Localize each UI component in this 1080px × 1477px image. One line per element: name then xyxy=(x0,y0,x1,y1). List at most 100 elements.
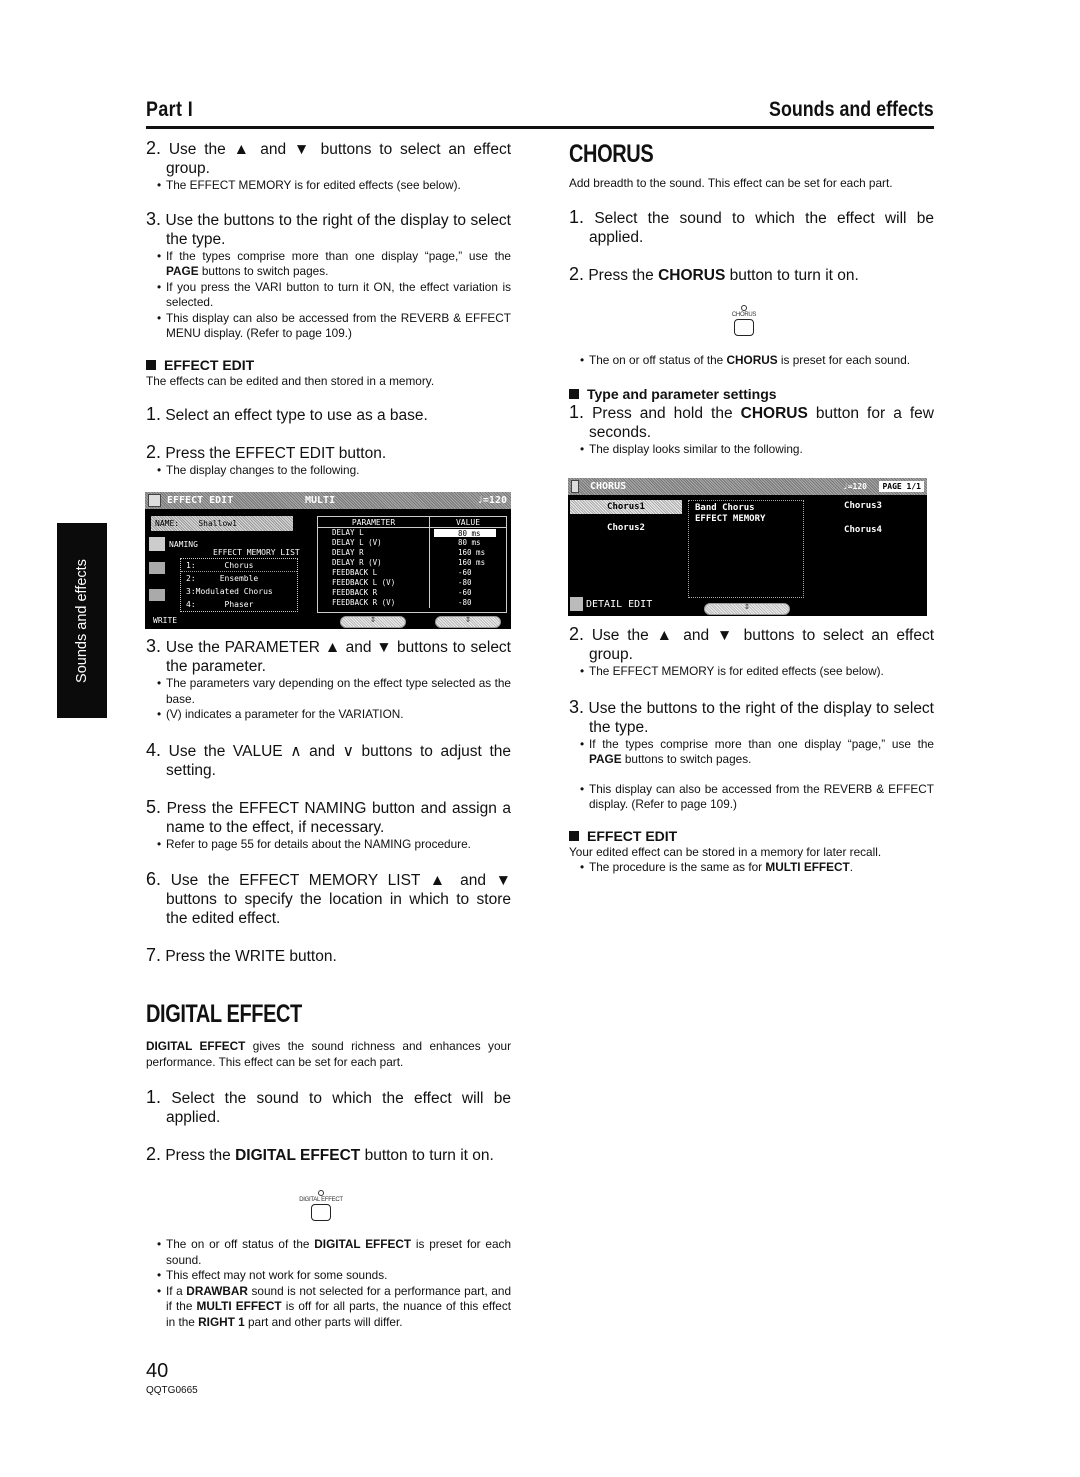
bullet: The EFFECT MEMORY is for edited effects … xyxy=(146,178,511,194)
bullet: (V) indicates a parameter for the VARIAT… xyxy=(146,707,511,723)
write-button[interactable]: WRITE xyxy=(153,616,177,625)
memory-list: 1: Chorus 2: Ensemble 3:Modulated Chorus… xyxy=(180,558,298,612)
parameter-value: -60 xyxy=(458,588,472,597)
parameter-name: DELAY L xyxy=(318,528,430,538)
parameter-value: -80 xyxy=(458,598,472,607)
digital-effect-intro: DIGITAL EFFECT gives the sound richness … xyxy=(146,1039,511,1069)
parameter-value: 80 ms xyxy=(434,529,496,538)
type-parameter-heading: Type and parameter settings xyxy=(569,385,934,403)
detail-edit-button[interactable]: DETAIL EDIT xyxy=(586,599,652,610)
parameter-name: FEEDBACK L (V) xyxy=(318,578,430,588)
parameter-row[interactable]: FEEDBACK L -60 xyxy=(318,568,506,578)
square-bullet-icon xyxy=(146,359,156,370)
memory-item[interactable]: 2: Ensemble xyxy=(181,572,297,585)
side-tab: Sounds and effects xyxy=(57,523,107,718)
detail-edit-icon xyxy=(570,597,583,611)
parameter-row[interactable]: DELAY R 160 ms xyxy=(318,548,506,558)
parameter-name: DELAY R xyxy=(318,548,430,558)
parameter-row[interactable]: FEEDBACK R (V) -80 xyxy=(318,598,506,608)
chorus-effect-edit-intro: Your edited effect can be stored in a me… xyxy=(569,844,882,859)
parameter-row[interactable]: DELAY R (V) 160 ms xyxy=(318,558,506,568)
parameter-value: 160 ms xyxy=(458,548,486,557)
value-scroll-button[interactable] xyxy=(435,616,501,628)
parameter-name: FEEDBACK L xyxy=(318,568,430,578)
edit-step-5: 5. Press the EFFECT NAMING button and as… xyxy=(146,796,512,836)
bullet: If the types comprise more than one disp… xyxy=(146,249,511,280)
bullet: If you press the VARI button to turn it … xyxy=(146,280,511,311)
parameter-name: FEEDBACK R (V) xyxy=(318,598,430,608)
naming-label: NAMING xyxy=(169,540,198,549)
parameter-value: 80 ms xyxy=(458,538,481,547)
group-scroll-button[interactable] xyxy=(704,603,790,615)
parameter-row[interactable]: FEEDBACK R -60 xyxy=(318,588,506,598)
bullet: The display looks similar to the followi… xyxy=(569,442,934,458)
bullet: This display can also be accessed from t… xyxy=(146,311,511,342)
right-column-lower: 2. Use the ▲ and ▼ buttons to select an … xyxy=(569,625,934,876)
digital-effect-button-illustration: DIGITAL EFFECT xyxy=(296,1190,346,1221)
bullet: The EFFECT MEMORY is for edited effects … xyxy=(569,664,934,680)
edit-step-6: 6. Use the EFFECT MEMORY LIST ▲ and ▼ bu… xyxy=(146,869,511,928)
bullet: This effect may not work for some sounds… xyxy=(146,1268,511,1284)
memory-item[interactable]: 1: Chorus xyxy=(181,559,297,572)
bullet: The on or off status of the CHORUS is pr… xyxy=(569,353,934,369)
parameter-name: FEEDBACK R xyxy=(318,588,430,598)
chorus-button-illustration: CHORUS xyxy=(719,305,769,336)
memory-item[interactable]: 4: Phaser xyxy=(181,598,297,611)
section-label: Sounds and effects xyxy=(769,98,934,121)
naming-button-icon[interactable] xyxy=(149,537,165,551)
chorus-step-1: 1. Select the sound to which the effect … xyxy=(569,206,934,246)
bullet: Refer to page 55 for details about the N… xyxy=(146,837,511,853)
screen-icon xyxy=(148,494,161,507)
memory-down-button[interactable] xyxy=(149,589,165,601)
button-icon xyxy=(734,319,754,336)
type-step-1: 1. Press and hold the CHORUS button for … xyxy=(569,401,934,441)
effect-edit-intro: The effects can be edited and then store… xyxy=(146,373,435,388)
chorus-effect-edit-heading: EFFECT EDIT xyxy=(569,827,934,845)
square-bullet-icon xyxy=(569,830,579,841)
screen-titlebar: EFFECT EDIT MULTI ♩=120 xyxy=(145,492,511,509)
type-step-3: 3. Use the buttons to the right of the d… xyxy=(569,696,934,736)
parameter-value: -60 xyxy=(458,568,472,577)
memory-up-button[interactable] xyxy=(149,562,165,574)
button-icon xyxy=(311,1204,331,1221)
bullet: The parameters vary depending on the eff… xyxy=(146,676,511,707)
name-field[interactable]: NAME: Shallow1 xyxy=(151,516,293,531)
type-step-2: 2. Use the ▲ and ▼ buttons to select an … xyxy=(569,624,935,664)
parameter-scroll-button[interactable] xyxy=(340,616,406,628)
parameter-row[interactable]: DELAY L (V) 80 ms xyxy=(318,538,506,548)
chorus-step-2: 2. Press the CHORUS button to turn it on… xyxy=(569,263,859,284)
type-button-selected[interactable]: Chorus1 xyxy=(570,500,682,514)
parameter-row[interactable]: DELAY L 80 ms xyxy=(318,528,506,538)
page-number: 40 xyxy=(146,1360,169,1382)
document-code: QQTG0665 xyxy=(146,1385,198,1396)
bullet: This display can also be accessed from t… xyxy=(569,782,934,813)
parameter-value: 160 ms xyxy=(458,558,486,567)
type-button[interactable]: Chorus3 xyxy=(818,501,908,511)
type-button[interactable]: Chorus4 xyxy=(818,525,908,535)
bullet: The procedure is the same as for MULTI E… xyxy=(569,860,934,876)
square-bullet-icon xyxy=(569,388,579,399)
group-item[interactable]: Band Chorus xyxy=(695,503,797,514)
group-list: Band Chorus EFFECT MEMORY xyxy=(688,500,804,598)
edit-step-7: 7. Press the WRITE button. xyxy=(146,945,337,966)
screen-titlebar: CHORUS ♩=120 PAGE 1/1 xyxy=(568,478,927,495)
edit-step-4: 4. Use the VALUE ∧ and ∨ buttons to adju… xyxy=(146,739,512,779)
parameter-table: PARAMETER VALUE DELAY L 80 ms DELAY L (V) 8… xyxy=(317,516,507,613)
bullet: If the types comprise more than one disp… xyxy=(569,737,934,768)
right-column-mid: The on or off status of the CHORUS is pr… xyxy=(569,353,934,457)
effect-edit-heading: EFFECT EDIT xyxy=(146,356,511,374)
memory-item[interactable]: 3:Modulated Chorus xyxy=(181,585,297,598)
edit-step-2: 2. Press the EFFECT EDIT button. xyxy=(146,442,387,463)
parameter-name: DELAY L (V) xyxy=(318,538,430,548)
edit-step-3: 3. Use the PARAMETER ▲ and ▼ buttons to … xyxy=(146,636,511,676)
parameter-row[interactable]: FEEDBACK L (V) -80 xyxy=(318,578,506,588)
left-column-bottom: The on or off status of the DIGITAL EFFE… xyxy=(146,1237,511,1330)
chorus-screen: CHORUS ♩=120 PAGE 1/1 Chorus1 Chorus2 Ba… xyxy=(568,478,927,616)
effect-edit-screen: EFFECT EDIT MULTI ♩=120 NAME: Shallow1 N… xyxy=(145,492,511,629)
digital-effect-title: DIGITAL EFFECT xyxy=(146,1000,302,1028)
group-item[interactable]: EFFECT MEMORY xyxy=(695,514,797,525)
side-tab-label: Sounds and effects xyxy=(74,558,90,683)
step-2: 2. Use the ▲ and ▼ buttons to select an … xyxy=(146,138,512,178)
type-button[interactable]: Chorus2 xyxy=(570,523,682,533)
bullet: If a DRAWBAR sound is not selected for a… xyxy=(146,1284,511,1331)
